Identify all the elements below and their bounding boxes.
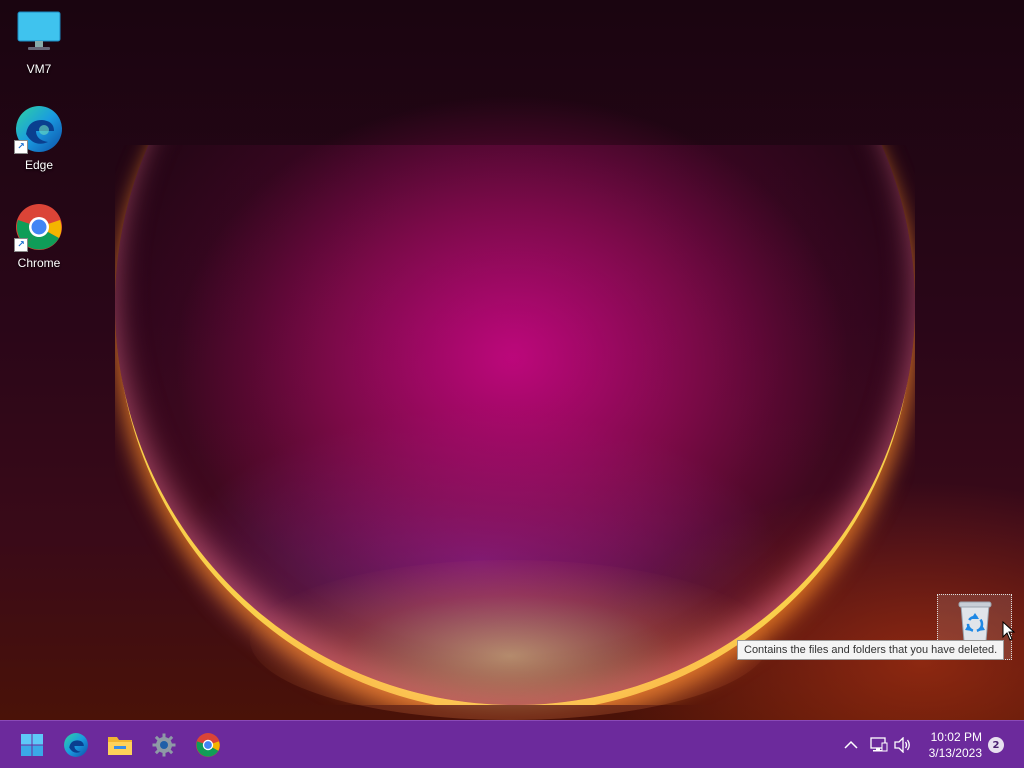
folder-icon (108, 737, 132, 755)
taskbar-file-explorer-button[interactable] (104, 729, 136, 761)
shortcut-arrow-icon: ↗ (14, 238, 28, 252)
desktop-icon-label: VM7 (26, 62, 52, 76)
taskbar-chrome-button[interactable] (192, 729, 224, 761)
wallpaper-bloom-glow (250, 560, 770, 720)
desktop-icon-label: Chrome (17, 256, 61, 270)
chevron-up-icon (844, 740, 858, 749)
network-button[interactable] (869, 735, 889, 755)
taskbar: 10:02 PM 3/13/2023 2 (0, 720, 1024, 768)
desktop-icon-chrome[interactable]: ↗ Chrome (1, 202, 77, 270)
desktop-icon-vm7[interactable]: VM7 (1, 8, 77, 76)
clock-button[interactable]: 10:02 PM 3/13/2023 (929, 729, 982, 761)
recycle-bin-tooltip: Contains the files and folders that you … (737, 640, 1005, 660)
monitor-icon (14, 8, 64, 58)
clock-time: 10:02 PM (930, 730, 982, 744)
desktop-icon-label: Edge (24, 158, 54, 172)
chrome-icon (196, 733, 220, 757)
show-hidden-icons-button[interactable] (841, 735, 861, 755)
taskbar-edge-button[interactable] (60, 729, 92, 761)
network-icon (870, 737, 888, 752)
notification-badge[interactable]: 2 (988, 737, 1004, 753)
taskbar-settings-button[interactable] (148, 729, 180, 761)
shortcut-arrow-icon: ↗ (14, 140, 28, 154)
clock-date: 3/13/2023 (928, 746, 982, 760)
desktop[interactable]: VM7 ↗ Edge ↗ Chrome Contains the files a… (0, 0, 1024, 720)
gear-icon (152, 733, 176, 757)
edge-icon (64, 733, 88, 757)
chrome-icon: ↗ (14, 202, 64, 252)
mouse-cursor-icon (1002, 620, 1016, 645)
windows-logo-icon (21, 734, 43, 756)
volume-button[interactable] (893, 735, 913, 755)
edge-icon: ↗ (14, 104, 64, 154)
start-button[interactable] (16, 729, 48, 761)
speaker-icon (894, 737, 910, 753)
desktop-icon-edge[interactable]: ↗ Edge (1, 104, 77, 172)
